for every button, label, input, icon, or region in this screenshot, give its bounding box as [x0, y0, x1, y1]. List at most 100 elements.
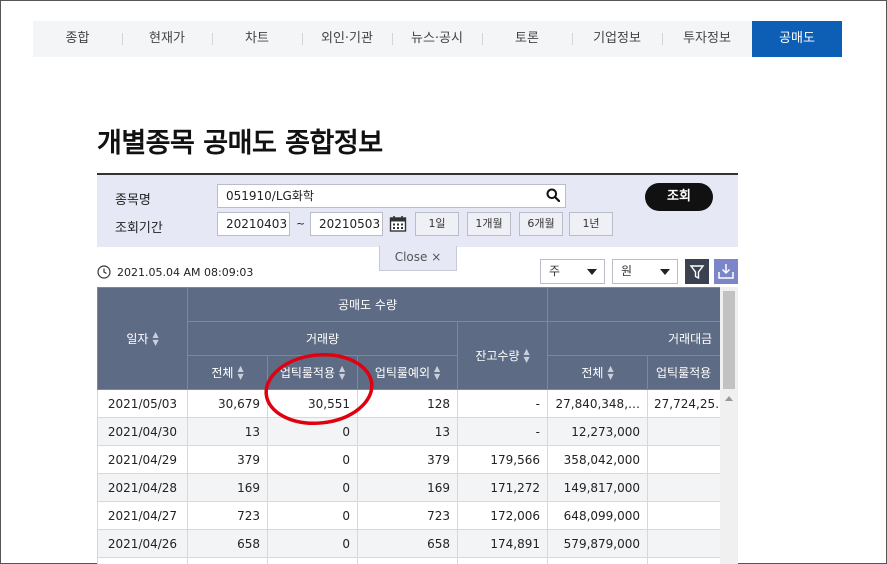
table-row: 2021/04/27 723 0 723 172,006 648,099,000 [97, 501, 738, 530]
col-amt-total-header[interactable]: 전체 ▲ ▼ [547, 355, 649, 390]
cell-amt-total: 579,879,000 [547, 529, 649, 558]
trade-amount-group-header [547, 287, 738, 322]
nav-tab-summary[interactable]: 종합 [33, 21, 122, 57]
cell-balance: 174,891 [456, 529, 549, 558]
page-title: 개별종목 공매도 종합정보 [97, 128, 383, 159]
top-nav: 종합 현재가 차트 외인·기관 뉴스·공시 토론 기업정보 투자정보 공매도 [33, 21, 842, 57]
table-row: 2021/04/26 658 0 658 174,891 579,879,000 [97, 529, 738, 558]
cell-date: 2021/04/30 [97, 417, 188, 446]
search-icon[interactable] [546, 188, 560, 202]
cell-balance: - [456, 389, 549, 418]
nav-tab-foreign-institution[interactable]: 외인·기관 [302, 21, 392, 57]
cell-amt-uptick [647, 557, 729, 564]
close-panel-button[interactable]: Close × [379, 246, 457, 271]
nav-tab-news[interactable]: 뉴스·공시 [392, 21, 482, 57]
cell-exempt: 658 [357, 529, 458, 558]
cell-balance: - [456, 417, 549, 446]
cell-amt-total [547, 557, 649, 564]
cell-total: 13 [187, 417, 268, 446]
nav-tab-price[interactable]: 현재가 [122, 21, 212, 57]
nav-tab-company-info[interactable]: 기업정보 [572, 21, 662, 57]
date-range-tilde: ~ [296, 217, 306, 230]
cell-amt-uptick [647, 501, 729, 530]
col-balance-header[interactable]: 잔고수량 ▲ ▼ [456, 321, 549, 390]
cell-uptick: 0 [267, 445, 358, 474]
cell-amt-total: 27,840,348,… [547, 389, 649, 418]
cell-amt-uptick [647, 417, 729, 446]
scroll-up-icon[interactable] [725, 396, 733, 401]
cell-date: 2021/05/03 [97, 389, 188, 418]
cell-uptick [267, 557, 358, 564]
cell-total [187, 557, 268, 564]
cell-date: 2021/04/28 [97, 473, 188, 502]
period-1year-button[interactable]: 1년 [569, 212, 613, 236]
cell-exempt: 379 [357, 445, 458, 474]
timestamp: 2021.05.04 AM 08:09:03 [117, 265, 254, 279]
nav-tab-investment-info[interactable]: 투자정보 [662, 21, 752, 57]
unit-select[interactable]: 주 [540, 259, 605, 284]
chevron-down-icon [660, 269, 670, 275]
search-panel: 종목명 051910/LG화학 조회 조회기간 20210403 ~ 20210… [97, 173, 738, 247]
nav-tab-chart[interactable]: 차트 [212, 21, 302, 57]
cell-total: 379 [187, 445, 268, 474]
cell-amt-total: 648,099,000 [547, 501, 649, 530]
col-total-header[interactable]: 전체 ▲ ▼ [187, 355, 268, 390]
table-row: 2021/04/28 169 0 169 171,272 149,817,000 [97, 473, 738, 502]
table-row: 2021/04/30 13 0 13 - 12,273,000 [97, 417, 738, 446]
nav-tab-discussion[interactable]: 토론 [482, 21, 572, 57]
cell-total: 169 [187, 473, 268, 502]
table-row [97, 557, 738, 564]
clock-icon [97, 265, 111, 279]
table-row: 2021/04/29 379 0 379 179,566 358,042,000 [97, 445, 738, 474]
date-to-input[interactable]: 20210503 [310, 212, 383, 236]
cell-amt-uptick: 27,724,25… [647, 389, 729, 418]
calendar-icon[interactable] [389, 215, 407, 233]
cell-amt-uptick [647, 445, 729, 474]
chevron-down-icon [587, 269, 597, 275]
cell-balance: 179,566 [456, 445, 549, 474]
cell-total: 30,679 [187, 389, 268, 418]
cell-date: 2021/04/29 [97, 445, 188, 474]
cell-uptick: 0 [267, 473, 358, 502]
cell-balance: 171,272 [456, 473, 549, 502]
scrollbar-thumb[interactable] [723, 291, 735, 389]
cell-exempt [357, 557, 458, 564]
cell-amt-total: 12,273,000 [547, 417, 649, 446]
cell-amt-uptick [647, 529, 729, 558]
currency-select[interactable]: 원 [612, 259, 678, 284]
trade-amount-subheader: 거래대금 [547, 321, 738, 356]
nav-tab-short-selling[interactable]: 공매도 [752, 21, 842, 57]
filter-button[interactable] [685, 259, 709, 284]
table-scrollbar[interactable] [720, 287, 738, 564]
cell-uptick: 0 [267, 529, 358, 558]
sort-icon[interactable]: ▲ ▼ [152, 331, 158, 347]
period-1day-button[interactable]: 1일 [415, 212, 459, 236]
date-from-input[interactable]: 20210403 [217, 212, 290, 236]
sort-icon[interactable]: ▲ ▼ [237, 365, 243, 381]
cell-balance [456, 557, 549, 564]
sort-icon[interactable]: ▲ ▼ [607, 365, 613, 381]
cell-date [97, 557, 188, 564]
stock-name-label: 종목명 [115, 193, 151, 208]
download-button[interactable] [714, 259, 738, 284]
short-qty-group-header: 공매도 수량 [186, 287, 549, 322]
cell-exempt: 169 [357, 473, 458, 502]
stock-search-input[interactable]: 051910/LG화학 [217, 184, 566, 208]
period-6month-button[interactable]: 6개월 [519, 212, 563, 236]
cell-total: 723 [187, 501, 268, 530]
cell-exempt: 723 [357, 501, 458, 530]
col-amt-uptick-header[interactable]: 업틱룰적용 [647, 355, 729, 390]
annotation-circle [264, 352, 374, 426]
search-submit-button[interactable]: 조회 [645, 183, 713, 211]
unit-select-value: 주 [549, 264, 561, 278]
short-selling-table: 일자 ▲ ▼ 공매도 수량 거래량 잔고수량 ▲ ▼ 거래대금 전체 ▲ ▼ 업틱룰적용 ▲ ▼… [97, 287, 738, 564]
cell-amt-uptick [647, 473, 729, 502]
sort-icon[interactable]: ▲ ▼ [434, 365, 440, 381]
cell-uptick: 0 [267, 501, 358, 530]
period-1month-button[interactable]: 1개월 [467, 212, 511, 236]
cell-amt-total: 149,817,000 [547, 473, 649, 502]
sort-icon[interactable]: ▲ ▼ [524, 348, 530, 364]
period-label: 조회기간 [115, 221, 163, 236]
cell-balance: 172,006 [456, 501, 549, 530]
col-date-header[interactable]: 일자 ▲ ▼ [97, 287, 188, 390]
